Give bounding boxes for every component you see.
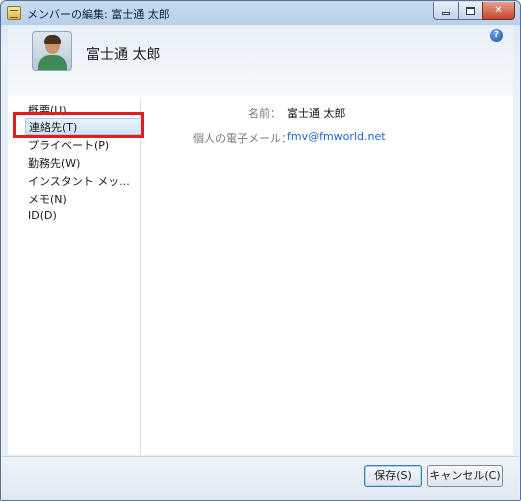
minimize-button[interactable] bbox=[433, 2, 459, 20]
email-link[interactable]: fmv@fmworld.net bbox=[287, 130, 386, 143]
member-name-title: 富士通 太郎 bbox=[86, 47, 161, 63]
sidebar-item-memo[interactable]: メモ(N) bbox=[28, 191, 67, 207]
edit-member-window: メンバーの編集: 富士通 太郎 ✕ 富士通 太郎 ? 概要(U) 連絡先(T) … bbox=[0, 0, 521, 501]
help-icon[interactable]: ? bbox=[490, 29, 503, 42]
sidebar-item-id[interactable]: ID(D) bbox=[28, 209, 57, 222]
sidebar: 概要(U) 連絡先(T) プライベート(P) 勤務先(W) インスタント メッ.… bbox=[14, 99, 144, 455]
close-icon: ✕ bbox=[494, 5, 503, 16]
cancel-button[interactable]: キャンセル(C) bbox=[427, 465, 503, 487]
close-button[interactable]: ✕ bbox=[482, 2, 515, 20]
name-value: 富士通 太郎 bbox=[287, 107, 346, 120]
maximize-button[interactable] bbox=[458, 2, 483, 20]
email-label: 個人の電子メール： bbox=[193, 132, 292, 145]
sidebar-item-private[interactable]: プライベート(P) bbox=[28, 137, 109, 153]
details-panel: 名前： 富士通 太郎 個人の電子メール： fmv@fmworld.net bbox=[146, 99, 510, 455]
save-button[interactable]: 保存(S) bbox=[364, 465, 422, 487]
sidebar-item-instant-messaging[interactable]: インスタント メッ... bbox=[28, 173, 130, 189]
minimize-icon bbox=[442, 12, 450, 15]
highlight-box bbox=[13, 112, 144, 138]
window-title: メンバーの編集: 富士通 太郎 bbox=[27, 8, 170, 21]
app-icon bbox=[7, 6, 21, 20]
maximize-icon bbox=[466, 6, 475, 15]
person-avatar-icon bbox=[32, 31, 72, 71]
name-label: 名前： bbox=[248, 107, 281, 120]
sidebar-item-work[interactable]: 勤務先(W) bbox=[28, 155, 80, 171]
